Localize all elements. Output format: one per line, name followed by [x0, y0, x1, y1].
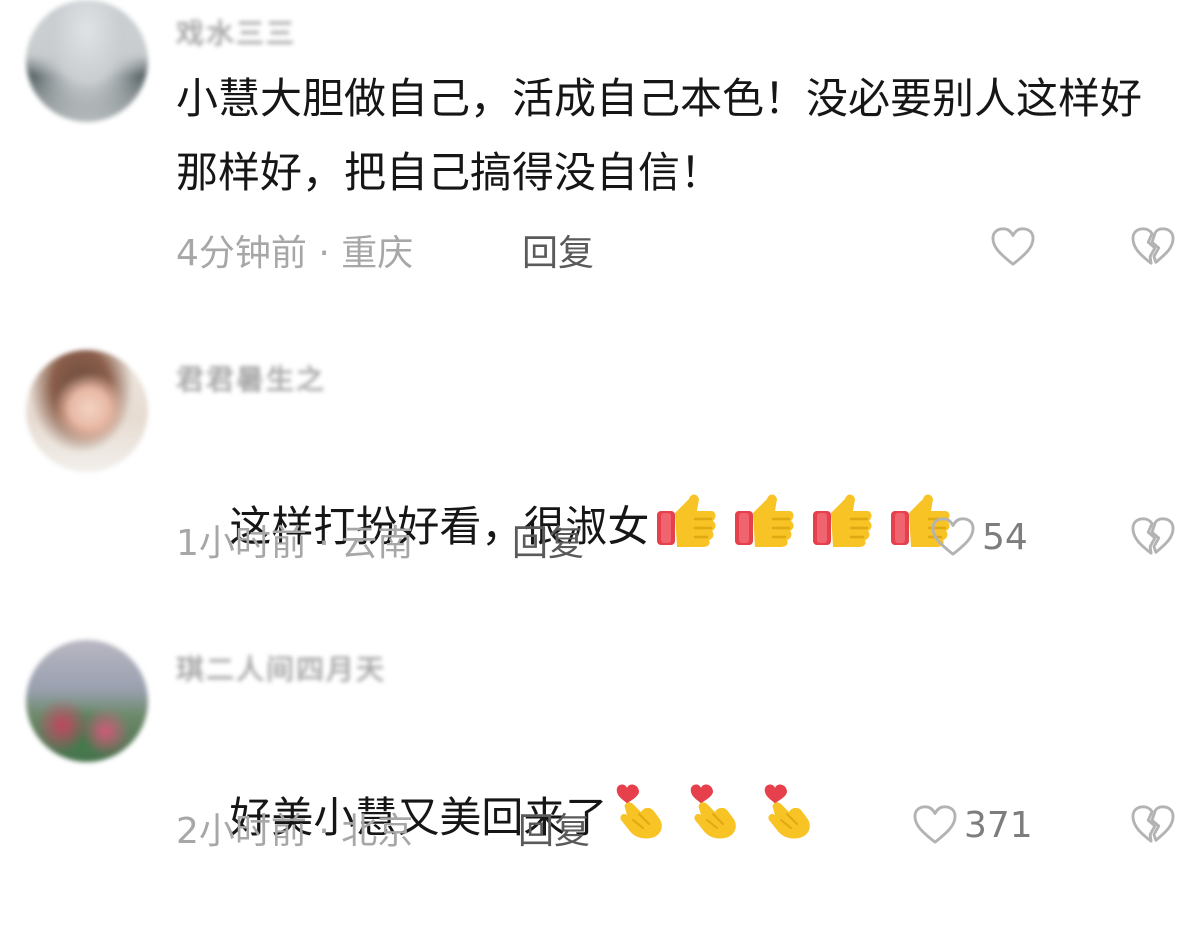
like-button[interactable]: 54 [930, 516, 1028, 558]
avatar[interactable] [26, 350, 148, 472]
finger-heart-icon [761, 778, 813, 840]
comment-username[interactable]: 琪二人间四月天 [176, 648, 386, 688]
reply-button[interactable]: 回复 [518, 802, 590, 854]
reply-button[interactable]: 回复 [512, 514, 584, 566]
like-button[interactable]: 371 [912, 804, 1033, 846]
finger-heart-icon [687, 778, 739, 840]
emoji-row [655, 491, 951, 549]
broken-heart-icon [1130, 516, 1176, 558]
comment-meta: 2小时前 · 北京 [176, 811, 414, 852]
like-button[interactable] [990, 226, 1042, 268]
dislike-button[interactable] [1130, 804, 1176, 846]
comment-text: 小慧大胆做自己，活成自己本色！没必要别人这样好那样好，把自己搞得没自信！ [176, 74, 1143, 197]
comment-meta: 1小时前 · 云南 [176, 523, 414, 564]
like-count: 54 [982, 516, 1028, 558]
comment-meta: 4分钟前 · 重庆 [176, 233, 414, 274]
reply-button[interactable]: 回复 [522, 224, 594, 276]
broken-heart-icon [1130, 226, 1176, 268]
heart-icon [990, 226, 1036, 268]
thumbs-up-icon [811, 491, 873, 549]
thumbs-up-icon [733, 491, 795, 549]
heart-icon [930, 516, 976, 558]
dislike-button[interactable] [1130, 226, 1176, 268]
finger-heart-icon [613, 778, 665, 840]
avatar[interactable] [26, 640, 148, 762]
heart-icon [912, 804, 958, 846]
broken-heart-icon [1130, 804, 1176, 846]
comment-username[interactable]: 戏水三三 [176, 12, 296, 52]
emoji-row [613, 778, 835, 840]
thumbs-up-icon [655, 491, 717, 549]
dislike-button[interactable] [1130, 516, 1176, 558]
like-count: 371 [964, 804, 1033, 846]
comment-username[interactable]: 君君暑生之 [176, 358, 326, 398]
avatar[interactable] [26, 0, 148, 122]
